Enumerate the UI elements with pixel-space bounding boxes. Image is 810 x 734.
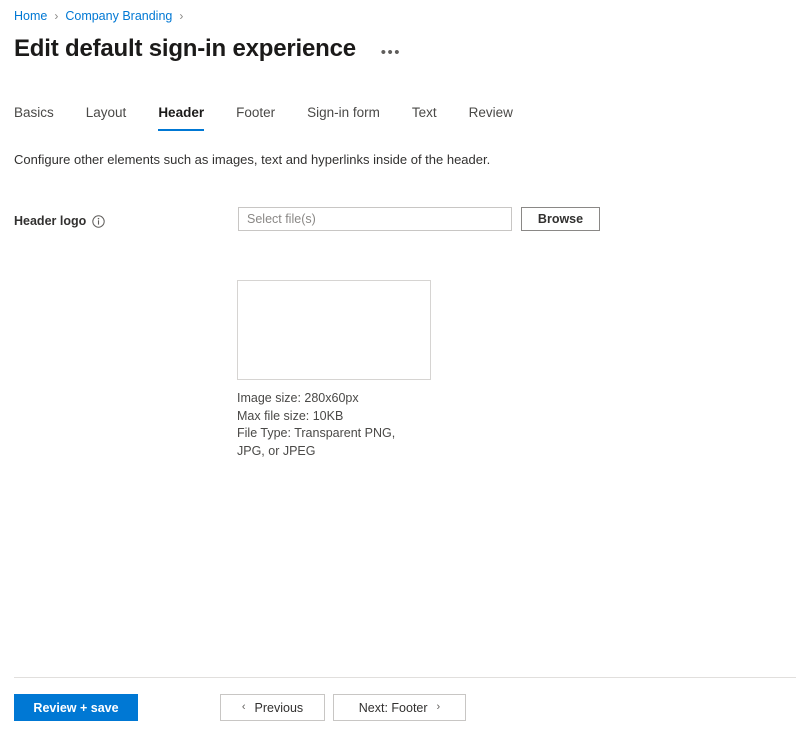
tab-basics[interactable]: Basics xyxy=(14,104,54,131)
chevron-right-icon: › xyxy=(437,702,441,713)
header-logo-label-group: Header logo xyxy=(14,212,105,230)
tab-footer[interactable]: Footer xyxy=(236,104,275,131)
more-options-icon[interactable]: ••• xyxy=(378,43,404,63)
page-title-row: Edit default sign-in experience ••• xyxy=(14,33,404,65)
footer-divider xyxy=(14,677,796,678)
previous-button[interactable]: ‹ Previous xyxy=(220,694,325,721)
review-save-button[interactable]: Review + save xyxy=(14,694,138,721)
requirement-file-type-line1: File Type: Transparent PNG, xyxy=(237,425,427,443)
breadcrumb-separator-icon: › xyxy=(54,8,58,24)
tab-review[interactable]: Review xyxy=(469,104,513,131)
breadcrumb-item-home[interactable]: Home xyxy=(14,8,47,24)
header-logo-label: Header logo xyxy=(14,212,86,230)
breadcrumb-separator-icon: › xyxy=(179,8,183,24)
header-logo-preview xyxy=(237,280,431,380)
tab-header[interactable]: Header xyxy=(158,104,204,131)
requirement-max-file-size: Max file size: 10KB xyxy=(237,408,427,426)
header-logo-requirements: Image size: 280x60px Max file size: 10KB… xyxy=(237,390,427,460)
tab-layout[interactable]: Layout xyxy=(86,104,127,131)
previous-button-label: Previous xyxy=(255,701,304,715)
footer-action-bar: Review + save ‹ Previous Next: Footer › xyxy=(0,694,810,734)
page-title: Edit default sign-in experience xyxy=(14,33,356,65)
breadcrumb-item-company-branding[interactable]: Company Branding xyxy=(65,8,172,24)
section-description: Configure other elements such as images,… xyxy=(14,151,490,169)
info-icon[interactable] xyxy=(92,215,105,228)
chevron-left-icon: ‹ xyxy=(242,702,246,713)
browse-button[interactable]: Browse xyxy=(521,207,600,231)
tab-sign-in-form[interactable]: Sign-in form xyxy=(307,104,380,131)
tab-text[interactable]: Text xyxy=(412,104,437,131)
requirement-image-size: Image size: 280x60px xyxy=(237,390,427,408)
next-button-label: Next: Footer xyxy=(359,701,428,715)
breadcrumb: Home › Company Branding › xyxy=(14,8,190,24)
next-footer-button[interactable]: Next: Footer › xyxy=(333,694,466,721)
requirement-file-type-line2: JPG, or JPEG xyxy=(237,443,427,461)
wizard-tabs: Basics Layout Header Footer Sign-in form… xyxy=(14,104,513,131)
header-logo-file-input[interactable] xyxy=(238,207,512,231)
